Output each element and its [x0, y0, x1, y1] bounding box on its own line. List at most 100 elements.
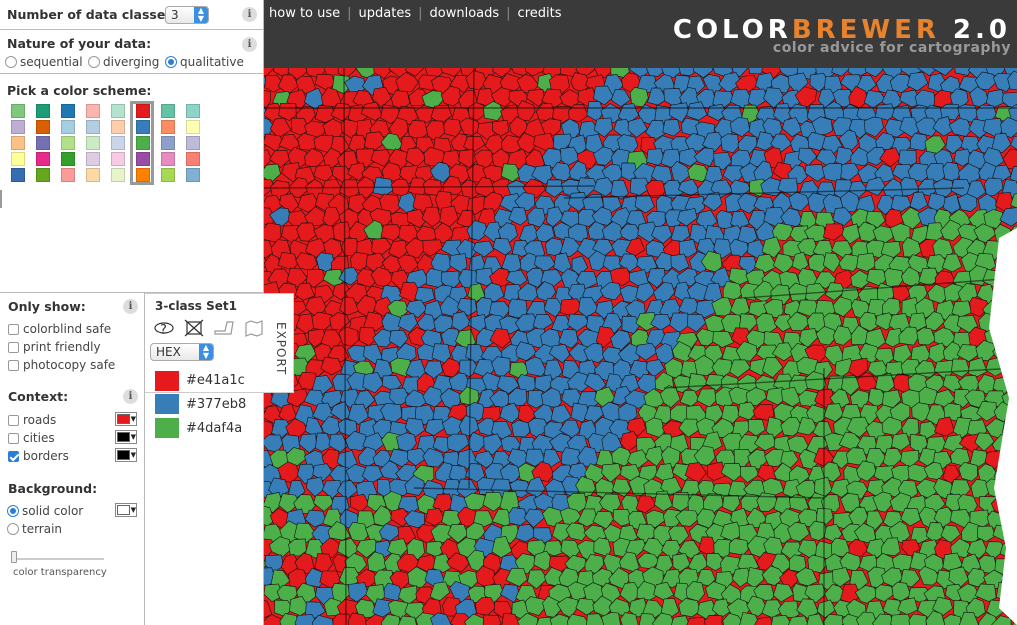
- county-region[interactable]: [511, 419, 531, 438]
- county-region[interactable]: [720, 133, 740, 154]
- county-region[interactable]: [822, 252, 842, 274]
- colorblind-icon[interactable]: ?: [153, 319, 175, 338]
- radio-diverging[interactable]: diverging: [88, 55, 159, 69]
- county-region[interactable]: [424, 418, 445, 436]
- scheme-option[interactable]: [36, 104, 50, 184]
- county-region[interactable]: [347, 582, 369, 603]
- county-region[interactable]: [882, 448, 904, 469]
- print-friendly-icon[interactable]: [183, 319, 205, 337]
- county-region[interactable]: [264, 434, 284, 453]
- radio-qualitative[interactable]: qualitative: [165, 55, 244, 69]
- radio-button[interactable]: [7, 523, 19, 535]
- county-region[interactable]: [313, 494, 335, 512]
- county-region[interactable]: [645, 417, 665, 439]
- info-icon[interactable]: i: [123, 299, 138, 314]
- scroll-indicator[interactable]: [0, 190, 2, 208]
- radio-button[interactable]: [5, 56, 17, 68]
- county-region[interactable]: [482, 491, 505, 512]
- county-region[interactable]: [646, 68, 664, 77]
- county-region[interactable]: [491, 356, 511, 378]
- checkbox[interactable]: [8, 323, 19, 335]
- radio-button[interactable]: [7, 505, 19, 517]
- county-region[interactable]: [532, 313, 554, 331]
- county-region[interactable]: [976, 525, 996, 542]
- cities-color-picker[interactable]: ▼: [115, 430, 137, 444]
- county-region[interactable]: [679, 390, 700, 407]
- checkbox[interactable]: [8, 359, 19, 371]
- scheme-option[interactable]: [86, 104, 100, 184]
- county-region[interactable]: [728, 538, 749, 556]
- roads-color-picker[interactable]: ▼: [115, 412, 137, 426]
- county-region[interactable]: [908, 613, 927, 625]
- county-region[interactable]: [506, 269, 528, 287]
- transparency-slider-track[interactable]: [12, 558, 104, 560]
- county-region[interactable]: [545, 237, 564, 257]
- scheme-option[interactable]: [11, 104, 25, 184]
- county-region[interactable]: [720, 462, 744, 482]
- check-photocopy-safe[interactable]: photocopy safe: [8, 358, 115, 372]
- scheme-option[interactable]: [111, 104, 125, 184]
- radio-button[interactable]: [88, 56, 100, 68]
- county-region[interactable]: [644, 445, 665, 467]
- borders-color-picker[interactable]: ▼: [115, 448, 137, 462]
- county-region[interactable]: [804, 164, 826, 182]
- county-region[interactable]: [863, 116, 884, 138]
- legend-hex-red[interactable]: #e41a1c: [186, 373, 245, 388]
- checkbox[interactable]: [8, 450, 19, 462]
- num-classes-select[interactable]: 3 ▲ ▼: [165, 6, 209, 24]
- county-region[interactable]: [942, 161, 961, 182]
- county-region[interactable]: [532, 132, 556, 152]
- county-region[interactable]: [822, 223, 845, 241]
- radio-terrain[interactable]: terrain: [7, 522, 62, 536]
- county-region[interactable]: [635, 282, 656, 303]
- county-region[interactable]: [304, 148, 325, 168]
- county-region[interactable]: [891, 432, 911, 451]
- checkbox[interactable]: [8, 414, 19, 426]
- county-region[interactable]: [999, 207, 1017, 227]
- county-region[interactable]: [669, 312, 690, 334]
- check-roads[interactable]: roads: [8, 413, 56, 427]
- scheme-option[interactable]: [186, 104, 200, 184]
- checkbox[interactable]: [8, 341, 19, 353]
- county-region[interactable]: [866, 268, 888, 287]
- county-region[interactable]: [593, 537, 612, 557]
- choropleth-map[interactable]: [264, 68, 1017, 625]
- county-region[interactable]: [958, 461, 978, 482]
- county-region[interactable]: [722, 495, 741, 513]
- transparency-slider-handle[interactable]: [11, 551, 17, 563]
- check-print-friendly[interactable]: print friendly: [8, 340, 101, 354]
- county-region[interactable]: [516, 100, 536, 121]
- nav-downloads[interactable]: downloads: [430, 6, 500, 21]
- info-icon[interactable]: i: [242, 7, 257, 22]
- county-region[interactable]: [832, 296, 853, 318]
- photocopy-icon[interactable]: [213, 319, 235, 337]
- county-region[interactable]: [856, 252, 877, 272]
- info-icon[interactable]: i: [242, 37, 257, 52]
- county-region[interactable]: [472, 240, 494, 258]
- county-region[interactable]: [306, 476, 325, 498]
- nav-credits[interactable]: credits: [518, 6, 562, 21]
- county-region[interactable]: [446, 433, 471, 453]
- export-tab[interactable]: EXPORT: [271, 322, 291, 384]
- county-region[interactable]: [840, 162, 861, 182]
- check-colorblind-safe[interactable]: colorblind safe: [8, 322, 111, 336]
- county-region[interactable]: [482, 614, 502, 625]
- county-region[interactable]: [753, 433, 777, 452]
- county-region[interactable]: [684, 462, 707, 484]
- county-region[interactable]: [313, 164, 334, 182]
- county-region[interactable]: [951, 358, 971, 378]
- county-region[interactable]: [567, 313, 590, 332]
- background-color-picker[interactable]: ▼: [115, 503, 137, 517]
- county-region[interactable]: [525, 68, 545, 77]
- check-cities[interactable]: cities: [8, 431, 55, 445]
- nav-updates[interactable]: updates: [359, 6, 412, 21]
- map-icon[interactable]: [243, 319, 265, 337]
- radio-button[interactable]: [165, 56, 177, 68]
- county-region[interactable]: [883, 268, 904, 288]
- county-region[interactable]: [508, 507, 528, 526]
- county-region[interactable]: [338, 326, 359, 347]
- format-select[interactable]: HEX ▲ ▼: [150, 343, 214, 361]
- scheme-option[interactable]: [61, 104, 75, 184]
- scheme-option[interactable]: [161, 104, 175, 184]
- radio-solid-color[interactable]: solid color: [7, 504, 83, 518]
